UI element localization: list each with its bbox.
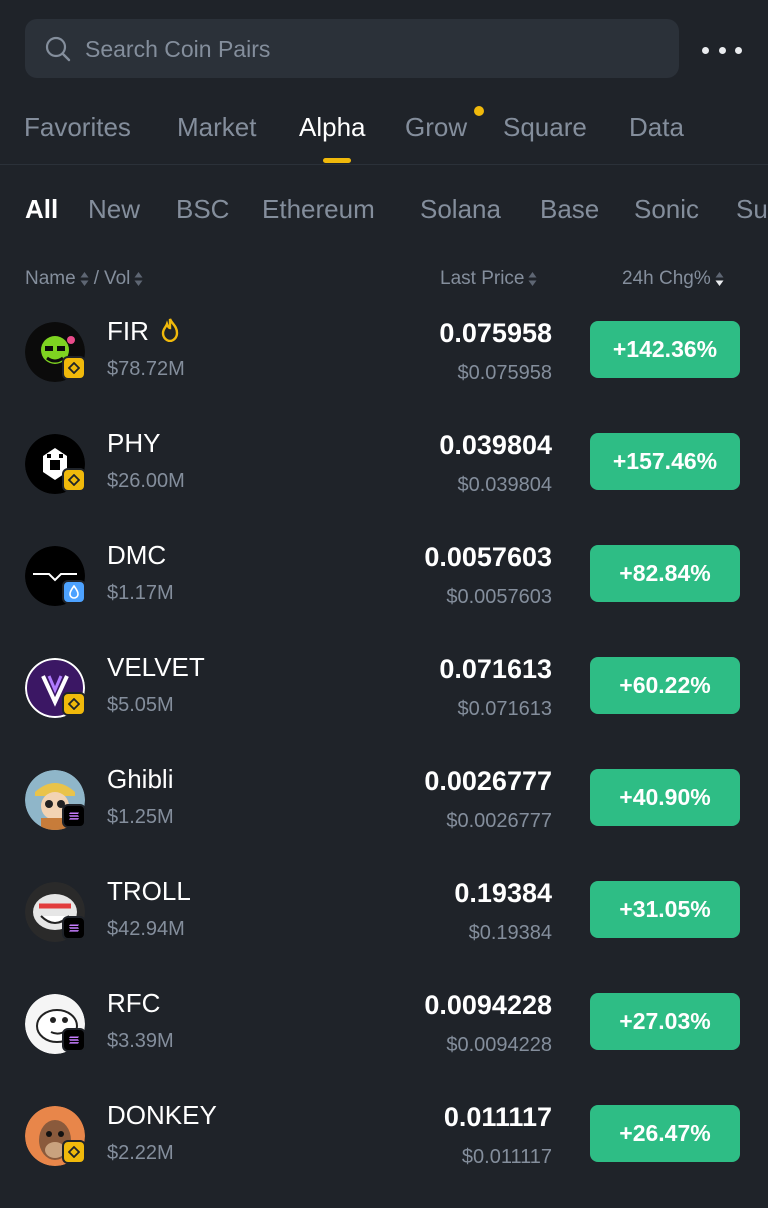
chain-tab-new[interactable]: New [88,194,140,225]
coin-name: RFC [107,988,161,1018]
change-badge[interactable]: +142.36% [590,321,740,378]
usd-price: $0.0057603 [446,586,552,608]
search-icon [45,36,71,62]
change-badge[interactable]: +40.90% [590,769,740,826]
usd-price: $0.075958 [457,362,552,384]
coin-name: TROLL [107,876,191,906]
active-tab-indicator [323,158,351,163]
tab-market[interactable]: Market [177,112,256,143]
solana-chain-icon [62,804,86,828]
usd-price: $0.0094228 [446,1034,552,1056]
coin-row[interactable]: VELVET $5.05M 0.071613 $0.071613 +60.22% [0,648,768,760]
chain-tab-bsc[interactable]: BSC [176,194,229,225]
last-price-header-label: Last Price [440,268,525,289]
change-badge[interactable]: +26.47% [590,1105,740,1162]
last-price: 0.039804 [439,430,552,460]
sui-chain-icon [62,580,86,604]
bnb-chain-icon [62,1140,86,1164]
coin-row[interactable]: TROLL $42.94M 0.19384 $0.19384 +31.05% [0,872,768,984]
coin-name: DONKEY [107,1100,217,1130]
change-badge[interactable]: +27.03% [590,993,740,1050]
last-price: 0.0094228 [424,990,552,1020]
chain-tab-sonic[interactable]: Sonic [634,194,699,225]
coin-volume: $2.22M [107,1142,174,1164]
solana-chain-icon [62,916,86,940]
chain-tab-solana[interactable]: Solana [420,194,501,225]
bnb-chain-icon [62,468,86,492]
tab-square[interactable]: Square [503,112,587,143]
tab-data[interactable]: Data [629,112,684,143]
vol-header-label: Vol [103,268,131,289]
coin-volume: $26.00M [107,470,185,492]
coin-volume: $42.94M [107,918,185,940]
coin-row[interactable]: DMC $1.17M 0.0057603 $0.0057603 +82.84% [0,536,768,648]
coin-row[interactable]: PHY $26.00M 0.039804 $0.039804 +157.46% [0,424,768,536]
search-bar[interactable] [25,19,679,80]
coin-row[interactable]: DONKEY $2.22M 0.011117 $0.011117 +26.47% [0,1096,768,1208]
coin-name: PHY [107,428,161,458]
usd-price: $0.0026777 [446,810,552,832]
sort-icon [80,272,89,286]
usd-price: $0.19384 [468,922,552,944]
coin-name: Ghibli [107,764,174,794]
more-dot-icon [702,46,709,54]
tab-favorites[interactable]: Favorites [24,112,131,143]
more-options-button[interactable] [700,30,744,70]
chain-tab-ethereum[interactable]: Ethereum [262,194,375,225]
usd-price: $0.071613 [457,698,552,720]
header-separator: / [93,268,99,289]
sort-icon [528,272,537,286]
change-badge[interactable]: +82.84% [590,545,740,602]
more-dot-icon [735,46,742,54]
last-price: 0.011117 [443,1102,552,1132]
last-price: 0.0057603 [424,542,552,572]
change-badge[interactable]: +31.05% [590,881,740,938]
tab-grow[interactable]: Grow [405,112,467,143]
notification-dot [474,106,484,116]
more-dot-icon [718,46,726,54]
sort-icon [134,272,143,286]
chain-tab-base[interactable]: Base [540,194,599,225]
main-tabs: Favorites Market Alpha Grow Square Data [0,100,768,165]
name-header-label: Name [25,268,76,289]
coin-row[interactable]: Ghibli $1.25M 0.0026777 $0.0026777 +40.9… [0,760,768,872]
tab-alpha[interactable]: Alpha [299,112,366,143]
chain-tab-all[interactable]: All [25,194,58,225]
coin-row[interactable]: FIR $78.72M 0.075958 $0.075958 +142.36% [0,312,768,424]
coin-volume: $3.39M [107,1030,174,1052]
change-badge[interactable]: +60.22% [590,657,740,714]
coin-volume: $1.25M [107,806,174,828]
coin-row[interactable]: RFC $3.39M 0.0094228 $0.0094228 +27.03% [0,984,768,1096]
sort-desc-icon [715,272,724,286]
last-price: 0.071613 [439,654,552,684]
solana-chain-icon [62,1028,86,1052]
coin-name: FIR [107,316,149,346]
coin-volume: $5.05M [107,694,174,716]
change-header[interactable]: 24h Chg% [622,268,724,290]
coin-volume: $78.72M [107,358,185,380]
fire-icon [161,318,179,342]
search-input[interactable] [83,19,647,80]
change-badge[interactable]: +157.46% [590,433,740,490]
bnb-chain-icon [62,692,86,716]
coin-name: VELVET [107,652,205,682]
chain-filter-tabs: All New BSC Ethereum Solana Base Sonic S… [0,190,768,230]
last-price: 0.0026777 [424,766,552,796]
last-price: 0.075958 [439,318,552,348]
last-price-header[interactable]: Last Price [440,268,537,290]
last-price: 0.19384 [454,878,552,908]
usd-price: $0.011117 [461,1146,552,1168]
chain-tab-sui[interactable]: Su [736,194,768,225]
change-header-label: 24h Chg% [622,268,711,289]
bnb-chain-icon [62,356,86,380]
coin-volume: $1.17M [107,582,174,604]
coin-name: DMC [107,540,167,570]
usd-price: $0.039804 [457,474,552,496]
name-vol-header[interactable]: Name / Vol [25,268,143,290]
